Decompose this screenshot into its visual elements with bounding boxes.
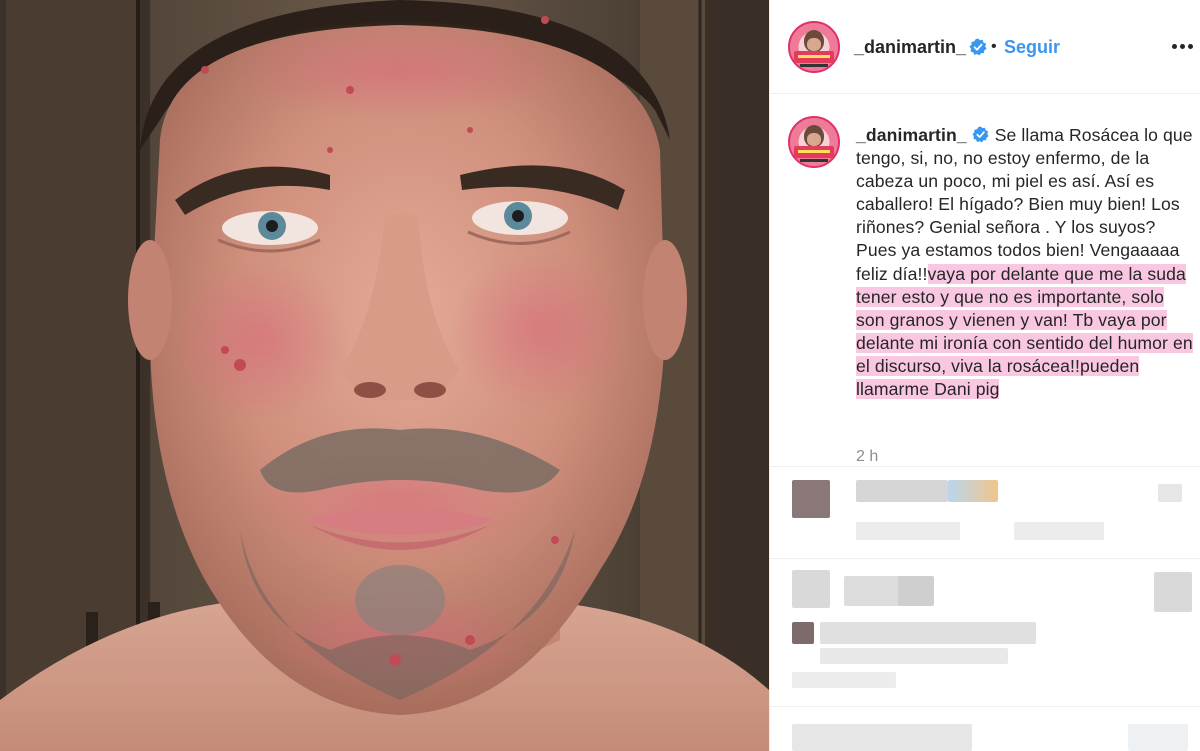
comment-avatar[interactable] — [792, 480, 830, 518]
post-header: _danimartin_ • Seguir — [770, 0, 1200, 94]
caption-username[interactable]: _danimartin_ — [856, 125, 967, 145]
divider — [770, 706, 1200, 707]
follow-button[interactable]: Seguir — [1004, 37, 1060, 58]
post-time-ago[interactable]: 2 h — [856, 448, 878, 466]
author-avatar[interactable] — [788, 21, 840, 73]
post-photo[interactable] — [0, 0, 769, 751]
post-caption: _danimartin_ Se llama Rosácea lo que teng… — [856, 124, 1196, 401]
comment-meta — [792, 672, 896, 688]
comment-emoji — [948, 480, 998, 502]
comment-like-icon[interactable] — [1128, 724, 1188, 751]
verified-badge-icon — [969, 38, 987, 56]
caption-text: Se llama Rosácea lo que tengo, si, no, n… — [856, 125, 1193, 284]
divider — [770, 466, 1200, 467]
comment-text — [898, 576, 934, 606]
comment-text — [856, 480, 948, 502]
more-options-icon[interactable] — [1172, 44, 1196, 50]
selfie-image — [0, 0, 769, 751]
comment-avatar-small — [792, 622, 814, 644]
comment-avatar[interactable] — [792, 570, 830, 608]
post-side-panel: _danimartin_ • Seguir _danimartin_ Se lla… — [769, 0, 1200, 751]
comment-text — [820, 648, 1008, 664]
verified-badge-icon — [972, 126, 989, 143]
divider — [770, 558, 1200, 559]
comment-like-icon[interactable] — [1154, 572, 1192, 612]
caption-avatar[interactable] — [788, 116, 840, 168]
comment-text — [820, 622, 1036, 644]
comment-text — [792, 724, 972, 751]
author-username[interactable]: _danimartin_ — [854, 37, 966, 58]
comment-like-icon[interactable] — [1158, 484, 1182, 502]
comment-reply[interactable] — [1014, 522, 1104, 540]
comment-meta — [856, 522, 960, 540]
header-separator: • — [991, 38, 997, 55]
